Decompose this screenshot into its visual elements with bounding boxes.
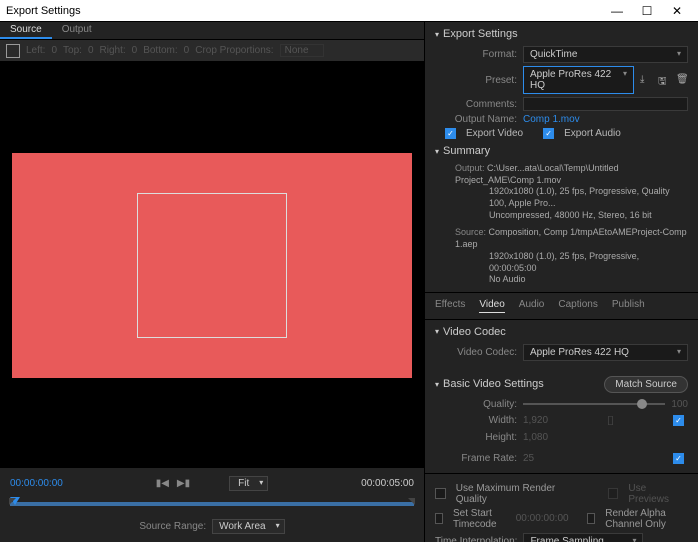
close-button[interactable]: ✕ [662,1,692,21]
in-point-icon[interactable] [9,498,16,505]
framerate-match-checkbox[interactable]: ✓ [673,453,684,464]
use-previews-label: Use Previews [628,483,688,505]
width-value[interactable]: 1,920 [523,415,548,426]
twisty-down-icon: ▾ [435,147,439,156]
import-preset-icon[interactable]: 🖫 [658,74,670,86]
preview-area[interactable] [0,62,424,468]
crop-toolbar: Left: 0 Top: 0 Right: 0 Bottom: 0 Crop P… [0,40,424,62]
height-label: Height: [435,432,517,443]
time-interp-label: Time Interpolation: [435,536,517,542]
quality-value: 100 [671,399,688,410]
framerate-value[interactable]: 25 [523,453,534,464]
preset-label: Preset: [435,75,517,86]
timecode-end: 00:00:05:00 [361,478,414,489]
format-label: Format: [435,49,517,60]
crop-bottom-value[interactable]: 0 [184,45,190,56]
tab-source[interactable]: Source [0,22,52,39]
tab-captions[interactable]: Captions [558,299,597,313]
quality-label: Quality: [435,399,517,410]
twisty-down-icon: ▾ [435,327,439,336]
video-codec-label: Video Codec: [435,347,517,358]
crop-top-value[interactable]: 0 [88,45,94,56]
crop-left-label: Left: [26,45,45,56]
window-title: Export Settings [6,5,602,17]
timecode-start[interactable]: 00:00:00:00 [10,478,63,489]
zoom-fit-dropdown[interactable]: Fit [229,476,268,491]
source-range-label: Source Range: [139,521,206,532]
preview-panel: Source Output Left: 0 Top: 0 Right: 0 Bo… [0,22,425,542]
start-timecode-checkbox[interactable] [435,513,443,524]
video-codec-dropdown[interactable]: Apple ProRes 422 HQ [523,344,688,361]
comments-input[interactable] [523,97,688,111]
comments-label: Comments: [435,99,517,110]
settings-panel: ▾Export Settings Format: QuickTime Prese… [425,22,698,542]
start-timecode-value: 00:00:00:00 [516,513,569,524]
preset-dropdown[interactable]: Apple ProRes 422 HQ [523,66,634,94]
output-name-label: Output Name: [435,114,517,125]
export-settings-header[interactable]: ▾Export Settings [435,28,688,40]
timeline-track[interactable] [10,497,414,511]
output-name-link[interactable]: Comp 1.mov [523,114,580,125]
preview-tabs: Source Output [0,22,424,40]
minimize-button[interactable]: — [602,1,632,21]
window-controls: — ☐ ✕ [602,1,692,21]
crop-proportions-label: Crop Proportions: [195,45,273,56]
export-video-label: Export Video [466,128,523,139]
crop-right-label: Right: [100,45,126,56]
width-label: Width: [435,415,517,426]
crop-bottom-label: Bottom: [143,45,177,56]
twisty-down-icon: ▾ [435,380,439,389]
video-codec-header[interactable]: ▾Video Codec [435,326,688,338]
render-alpha-checkbox[interactable] [587,513,595,524]
crop-icon[interactable] [6,44,20,58]
render-alpha-label: Render Alpha Channel Only [605,508,688,530]
crop-top-label: Top: [63,45,82,56]
format-dropdown[interactable]: QuickTime [523,46,688,63]
delete-preset-icon[interactable]: 🗑 [676,74,688,86]
title-bar: Export Settings — ☐ ✕ [0,0,698,22]
twisty-down-icon: ▾ [435,30,439,39]
tab-video[interactable]: Video [479,299,504,313]
timeline-bar: 00:00:00:00 ▮◀ ▶▮ Fit 00:00:05:00 Source… [0,468,424,542]
save-preset-icon[interactable]: ⤓ [640,74,652,86]
render-options: Use Maximum Render Quality Use Previews … [425,473,698,542]
match-source-button[interactable]: Match Source [604,376,688,393]
dimensions-match-checkbox[interactable]: ✓ [673,415,684,426]
use-previews-checkbox [608,488,619,499]
crop-right-value[interactable]: 0 [132,45,138,56]
crop-proportions-dropdown[interactable]: None [280,44,324,57]
tab-output[interactable]: Output [52,22,102,39]
max-quality-label: Use Maximum Render Quality [456,483,586,505]
step-back-icon[interactable]: ▮◀ [156,478,169,489]
max-quality-checkbox[interactable] [435,488,446,499]
settings-tabs: Effects Video Audio Captions Publish [425,292,698,320]
out-point-icon[interactable] [408,498,415,505]
step-forward-icon[interactable]: ▶▮ [177,478,190,489]
link-dimensions-icon[interactable]: ⌷ [607,413,615,429]
crop-left-value[interactable]: 0 [51,45,57,56]
summary-text: Output: C:\User...ata\Local\Temp\Untitle… [435,163,688,286]
tab-effects[interactable]: Effects [435,299,465,313]
summary-header[interactable]: ▾Summary [435,145,688,157]
source-range-dropdown[interactable]: Work Area [212,519,285,534]
framerate-label: Frame Rate: [435,453,517,464]
safe-margin-box [137,193,287,338]
tab-publish[interactable]: Publish [612,299,645,313]
quality-slider[interactable] [523,403,665,405]
preview-canvas [12,153,412,378]
tab-audio[interactable]: Audio [519,299,545,313]
export-video-checkbox[interactable]: ✓ [445,128,456,139]
height-value[interactable]: 1,080 [523,432,548,443]
export-audio-checkbox[interactable]: ✓ [543,128,554,139]
start-timecode-label: Set Start Timecode [453,508,510,530]
export-audio-label: Export Audio [564,128,621,139]
basic-video-header[interactable]: ▾ Basic Video Settings Match Source [435,376,688,393]
time-interp-dropdown[interactable]: Frame Sampling [523,533,643,542]
maximize-button[interactable]: ☐ [632,1,662,21]
